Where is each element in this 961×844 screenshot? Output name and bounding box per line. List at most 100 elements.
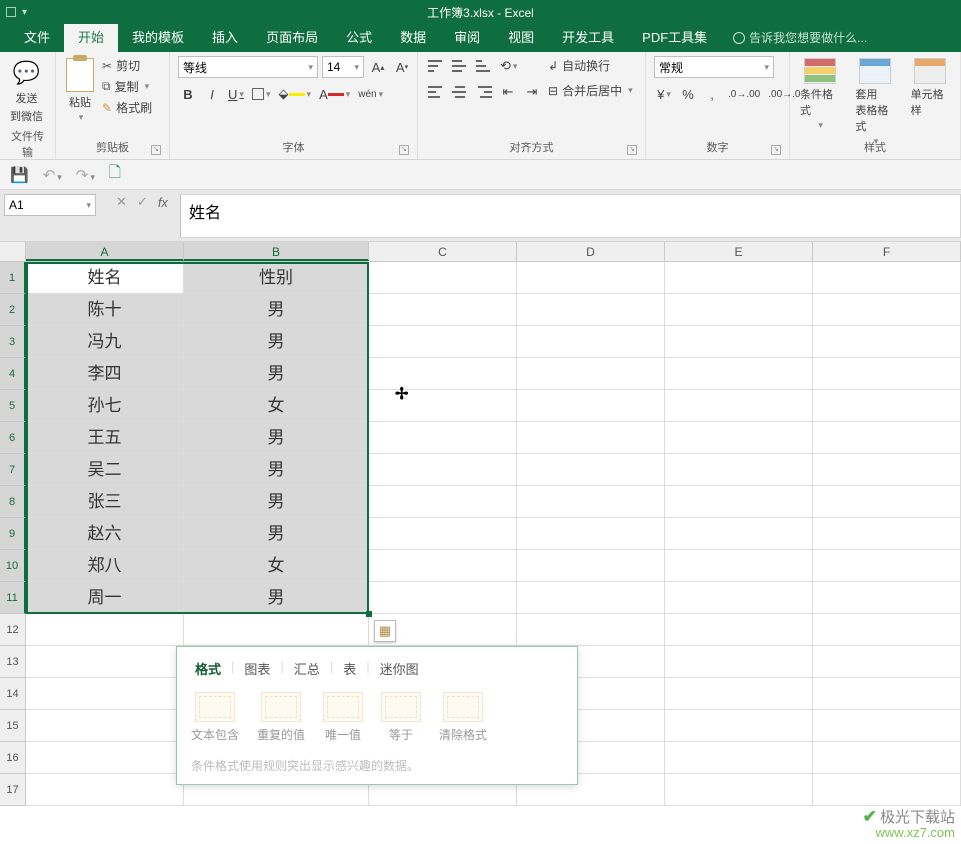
cancel-formula-icon[interactable]: ✕ xyxy=(116,194,127,210)
cell[interactable]: 男 xyxy=(184,358,369,390)
column-header-A[interactable]: A xyxy=(26,242,184,261)
qa-item-duplicate[interactable]: 重复的值 xyxy=(257,692,305,743)
merge-center-button[interactable]: ⊟合并后居中▾ xyxy=(548,81,633,100)
cut-button[interactable]: ✂剪切 xyxy=(102,56,152,75)
fill-color-button[interactable]: ⬙▾ xyxy=(277,84,314,104)
increase-decimal-button[interactable]: .0→.00 xyxy=(726,84,762,104)
cell[interactable]: 男 xyxy=(184,422,369,454)
send-to-wechat-button[interactable]: 💬 发送 到微信 xyxy=(8,56,45,126)
align-left-button[interactable] xyxy=(426,82,446,102)
cell[interactable]: 冯九 xyxy=(26,326,184,358)
cell[interactable]: 男 xyxy=(184,582,369,614)
cell[interactable] xyxy=(665,614,813,646)
tab-data[interactable]: 数据 xyxy=(386,21,440,52)
cell[interactable] xyxy=(517,486,665,518)
cell[interactable] xyxy=(184,614,369,646)
row-header[interactable]: 13 xyxy=(0,646,26,678)
cell[interactable] xyxy=(813,582,961,614)
cell[interactable]: 女 xyxy=(184,550,369,582)
cell[interactable] xyxy=(813,294,961,326)
cell[interactable] xyxy=(813,614,961,646)
row-header[interactable]: 7 xyxy=(0,454,26,486)
tab-dev[interactable]: 开发工具 xyxy=(548,21,628,52)
tell-me-search[interactable]: 告诉我您想要做什么... xyxy=(733,29,867,52)
cell[interactable] xyxy=(813,518,961,550)
italic-button[interactable]: I xyxy=(202,84,222,104)
enter-formula-icon[interactable]: ✓ xyxy=(137,194,148,210)
row-header[interactable]: 5 xyxy=(0,390,26,422)
print-preview-button[interactable]: 🗋 xyxy=(109,162,121,187)
cell[interactable] xyxy=(813,390,961,422)
column-header-F[interactable]: F xyxy=(813,242,961,261)
worksheet-grid[interactable]: A B C D E F 1姓名性别2陈十男3冯九男4李四男5孙七女6王五男7吴二… xyxy=(0,242,961,842)
cell[interactable]: 男 xyxy=(184,454,369,486)
cell[interactable] xyxy=(369,358,517,390)
phonetic-button[interactable]: wén▾ xyxy=(356,84,385,104)
formula-input[interactable]: 姓名 xyxy=(180,194,961,238)
tab-home[interactable]: 开始 xyxy=(64,21,118,52)
cell[interactable] xyxy=(665,390,813,422)
row-header[interactable]: 2 xyxy=(0,294,26,326)
qa-tab-total[interactable]: 汇总 xyxy=(290,659,324,678)
dialog-launcher-icon[interactable]: ↘ xyxy=(151,145,161,155)
cell[interactable] xyxy=(665,422,813,454)
qa-tab-table[interactable]: 表 xyxy=(339,659,360,678)
cell[interactable] xyxy=(665,454,813,486)
row-header[interactable]: 15 xyxy=(0,710,26,742)
cell-styles-button[interactable]: 单元格样 xyxy=(909,56,952,120)
align-center-button[interactable] xyxy=(450,82,470,102)
cell[interactable] xyxy=(517,358,665,390)
cell[interactable] xyxy=(813,550,961,582)
row-header[interactable]: 1 xyxy=(0,262,26,294)
row-header[interactable]: 17 xyxy=(0,774,26,806)
name-box[interactable]: A1▾ xyxy=(4,194,96,216)
cell[interactable] xyxy=(665,710,813,742)
increase-indent-button[interactable]: ⇥ xyxy=(522,82,542,102)
column-header-D[interactable]: D xyxy=(517,242,665,261)
cell[interactable] xyxy=(517,294,665,326)
comma-button[interactable]: , xyxy=(702,84,722,104)
align-middle-button[interactable] xyxy=(450,56,470,76)
cell[interactable] xyxy=(813,774,961,806)
cell[interactable] xyxy=(517,326,665,358)
tab-view[interactable]: 视图 xyxy=(494,21,548,52)
cell[interactable] xyxy=(369,582,517,614)
cell[interactable]: 李四 xyxy=(26,358,184,390)
cell[interactable]: 男 xyxy=(184,326,369,358)
quick-analysis-button[interactable]: ▦ xyxy=(374,620,396,642)
paste-button[interactable]: 粘贴 ▾ xyxy=(64,56,96,125)
number-format-select[interactable]: 常规▾ xyxy=(654,56,774,78)
cell[interactable] xyxy=(517,518,665,550)
cell[interactable] xyxy=(665,486,813,518)
cell[interactable] xyxy=(813,326,961,358)
cell[interactable] xyxy=(813,422,961,454)
cell[interactable]: 姓名 xyxy=(26,262,184,294)
cell[interactable] xyxy=(369,326,517,358)
cell[interactable] xyxy=(369,422,517,454)
decrease-font-button[interactable]: A▾ xyxy=(392,57,412,77)
cell[interactable] xyxy=(665,518,813,550)
cell[interactable] xyxy=(665,774,813,806)
cell[interactable]: 孙七 xyxy=(26,390,184,422)
row-header[interactable]: 16 xyxy=(0,742,26,774)
cell[interactable] xyxy=(517,582,665,614)
copy-button[interactable]: ⧉复制▾ xyxy=(102,77,152,96)
cell[interactable] xyxy=(26,678,184,710)
font-color-button[interactable]: A▾ xyxy=(317,84,352,104)
wrap-text-button[interactable]: ↲自动换行 xyxy=(548,56,633,75)
cell[interactable] xyxy=(26,742,184,774)
cell[interactable] xyxy=(665,582,813,614)
format-painter-button[interactable]: ✎格式刷 xyxy=(102,98,152,117)
dialog-launcher-icon[interactable]: ↘ xyxy=(627,145,637,155)
cell[interactable]: 郑八 xyxy=(26,550,184,582)
tab-templates[interactable]: 我的模板 xyxy=(118,21,198,52)
font-size-select[interactable]: 14▾ xyxy=(322,56,364,78)
cell[interactable]: 王五 xyxy=(26,422,184,454)
dialog-launcher-icon[interactable]: ↘ xyxy=(771,145,781,155)
row-header[interactable]: 10 xyxy=(0,550,26,582)
qa-item-unique[interactable]: 唯一值 xyxy=(323,692,363,743)
increase-font-button[interactable]: A▴ xyxy=(368,57,388,77)
cell[interactable] xyxy=(665,742,813,774)
cell[interactable] xyxy=(813,262,961,294)
qa-tab-format[interactable]: 格式 xyxy=(191,659,225,678)
